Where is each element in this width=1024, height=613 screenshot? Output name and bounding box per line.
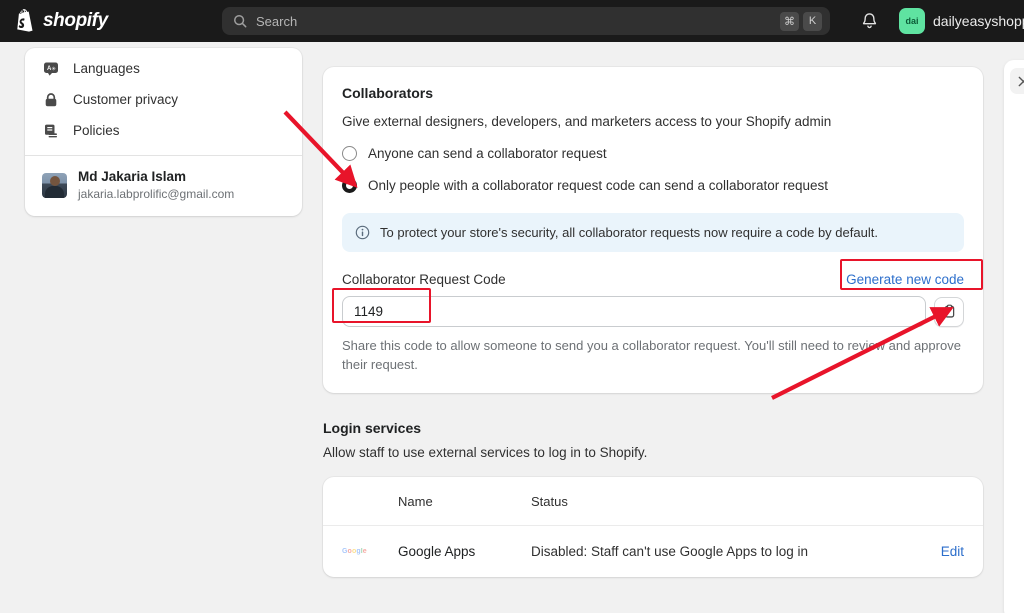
account-avatar: dai — [899, 8, 925, 34]
collaborators-card: Collaborators Give external designers, d… — [323, 67, 983, 393]
sidebar-item-label: Customer privacy — [73, 92, 179, 107]
languages-icon: A ✳ — [42, 60, 59, 77]
brand-name: shopify — [43, 10, 108, 31]
row-service-name: Google Apps — [398, 544, 476, 559]
main-content: Collaborators Give external designers, d… — [323, 67, 983, 577]
radio-anyone-indicator[interactable] — [342, 146, 357, 161]
sidebar-item-label: Languages — [73, 61, 140, 76]
account-menu[interactable]: dai dailyeasyshoppin — [899, 8, 1024, 34]
search-shortcut: ⌘ K — [780, 11, 822, 31]
shortcut-k-key: K — [803, 11, 822, 31]
profile-name: Md Jakaria Islam — [78, 169, 187, 184]
settings-sidebar: A ✳ Languages Customer privacy Policies … — [25, 48, 302, 216]
sidebar-item-customer-privacy[interactable]: Customer privacy — [32, 84, 295, 115]
code-input-row — [342, 296, 964, 327]
close-icon[interactable] — [1010, 68, 1024, 94]
radio-option-anyone[interactable]: Anyone can send a collaborator request — [342, 146, 964, 161]
security-info-banner: To protect your store's security, all co… — [342, 213, 964, 252]
lock-icon — [42, 91, 59, 108]
profile-text: Md Jakaria Islam jakaria.labprolific@gma… — [78, 168, 234, 202]
security-info-text: To protect your store's security, all co… — [380, 225, 878, 240]
app-screen: shopify Search ⌘ K dai dailyeasyshoppin — [0, 0, 1024, 613]
search-bar[interactable]: Search ⌘ K — [222, 7, 830, 35]
radio-code-required-indicator[interactable] — [342, 178, 357, 193]
sidebar-profile[interactable]: Md Jakaria Islam jakaria.labprolific@gma… — [25, 156, 302, 216]
login-services-header: Login services Allow staff to use extern… — [323, 420, 983, 460]
policies-icon — [42, 122, 59, 139]
login-services-subtitle: Allow staff to use external services to … — [323, 445, 648, 460]
edit-link[interactable]: Edit — [941, 544, 964, 559]
side-drawer-panel — [1004, 60, 1024, 613]
close-x-glyph — [1018, 76, 1024, 86]
notifications-button[interactable] — [857, 9, 881, 33]
column-header-status: Status — [531, 493, 568, 509]
code-field-label: Collaborator Request Code — [342, 272, 506, 287]
sidebar-nav: A ✳ Languages Customer privacy Policies — [25, 48, 302, 153]
google-logo-icon: Google — [342, 548, 367, 555]
copy-code-button[interactable] — [934, 296, 964, 327]
search-placeholder: Search — [256, 13, 298, 29]
account-name: dailyeasyshoppin — [933, 13, 1024, 29]
code-field-header: Collaborator Request Code Generate new c… — [342, 272, 964, 287]
collaborator-code-input[interactable] — [342, 296, 926, 327]
top-bar: shopify Search ⌘ K dai dailyeasyshoppin — [0, 0, 1024, 42]
collaborators-title: Collaborators — [342, 85, 434, 101]
radio-option-code-required[interactable]: Only people with a collaborator request … — [342, 178, 964, 193]
radio-code-required-label: Only people with a collaborator request … — [368, 178, 829, 193]
sidebar-item-label: Policies — [73, 123, 120, 138]
bell-icon — [862, 13, 876, 29]
login-services-title: Login services — [323, 420, 422, 436]
avatar — [42, 172, 67, 198]
sidebar-item-languages[interactable]: A ✳ Languages — [32, 53, 295, 84]
code-help-text: Share this code to allow someone to send… — [342, 338, 961, 372]
svg-text:✳: ✳ — [51, 65, 56, 72]
info-icon — [355, 225, 370, 240]
column-header-name: Name — [398, 493, 433, 509]
row-service-status: Disabled: Staff can't use Google Apps to… — [531, 544, 809, 559]
login-services-table: Name Status Google Google Apps Disabled:… — [323, 477, 983, 577]
shopify-bag-icon — [17, 9, 33, 32]
shortcut-cmd-key: ⌘ — [780, 11, 799, 31]
sidebar-item-policies[interactable]: Policies — [32, 115, 295, 146]
shopify-logo[interactable]: shopify — [14, 9, 108, 33]
generate-new-code-link[interactable]: Generate new code — [846, 272, 964, 287]
table-row: Google Google Apps Disabled: Staff can't… — [323, 525, 983, 577]
collaborators-subtitle: Give external designers, developers, and… — [342, 114, 832, 129]
profile-email: jakaria.labprolific@gmail.com — [78, 187, 235, 201]
search-icon — [234, 15, 247, 28]
clipboard-icon — [944, 304, 954, 318]
table-header: Name Status — [323, 477, 983, 525]
radio-anyone-label: Anyone can send a collaborator request — [368, 146, 607, 161]
